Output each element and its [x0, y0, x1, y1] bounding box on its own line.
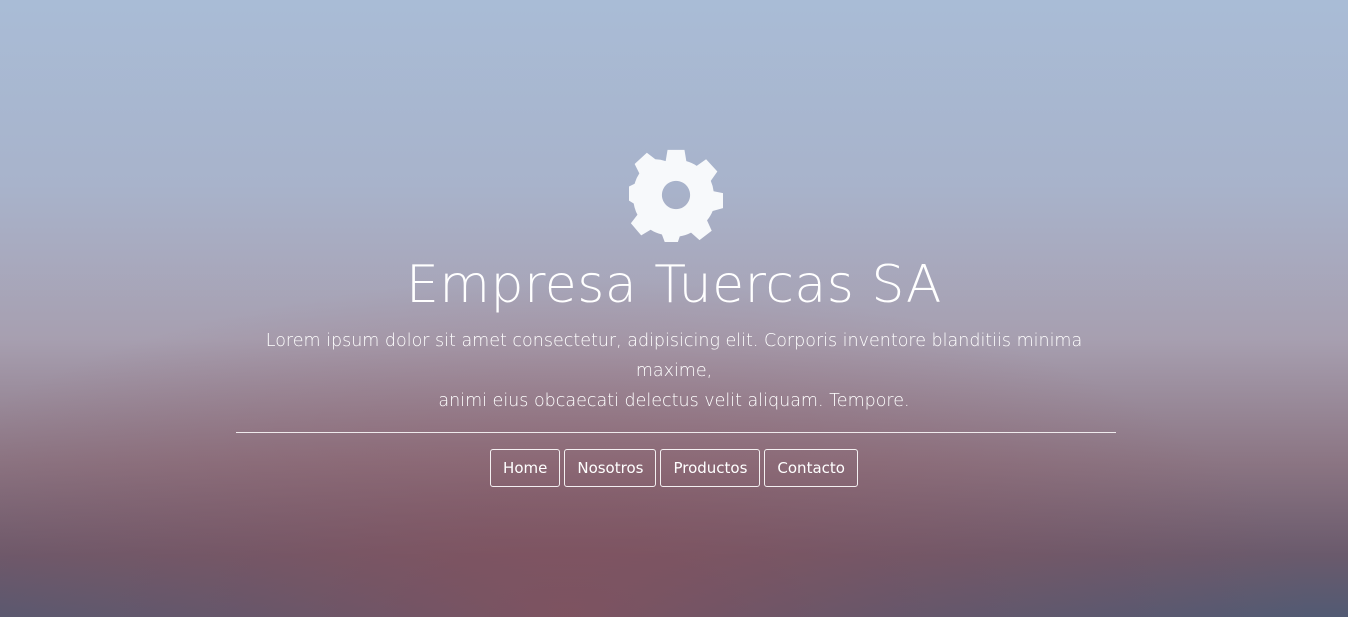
nav-button-contacto[interactable]: Contacto — [764, 449, 858, 487]
main-nav: Home Nosotros Productos Contacto — [0, 449, 1348, 487]
divider — [236, 432, 1116, 433]
hero-section: Empresa Tuercas SA Lorem ipsum dolor sit… — [0, 0, 1348, 617]
gear-icon — [629, 149, 723, 242]
nav-button-nosotros[interactable]: Nosotros — [564, 449, 657, 487]
hero-description: Lorem ipsum dolor sit amet consectetur, … — [240, 326, 1108, 416]
page-title: Empresa Tuercas SA — [406, 255, 942, 315]
nav-button-productos[interactable]: Productos — [660, 449, 761, 487]
hero-description-line-1: Lorem ipsum dolor sit amet consectetur, … — [265, 331, 1083, 381]
hero-description-line-2: animi eius obcaecati delectus velit aliq… — [438, 391, 910, 411]
nav-button-home[interactable]: Home — [490, 449, 561, 487]
